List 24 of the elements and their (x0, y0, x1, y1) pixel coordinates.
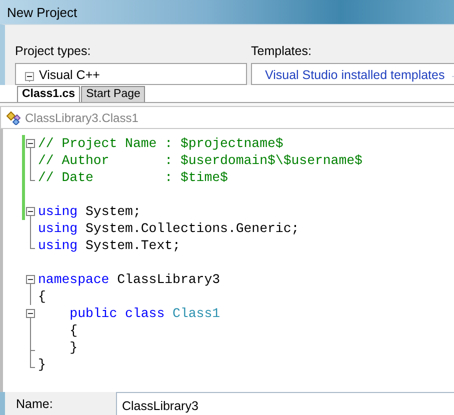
code-line: { (68, 322, 78, 339)
section-label: Templates: (251, 44, 312, 58)
editor-tab[interactable]: Start Page (81, 86, 146, 102)
field-label: Name: (15, 396, 54, 413)
editor-tab[interactable]: Class1.cs (17, 86, 80, 102)
code-line: namespace ClassLibrary3 (37, 271, 220, 288)
code-line: // Date : $time$ (37, 169, 228, 186)
code-line: public class Class1 (68, 305, 220, 322)
code-line: using System.Text; (37, 237, 180, 254)
code-line: // Author : $userdomain$\$username$ (37, 152, 362, 169)
code-line: { (37, 288, 46, 305)
section-label: Project types: (15, 44, 92, 58)
code-line: // Project Name : $projectname$ (37, 135, 284, 152)
code-line: using System; (37, 203, 141, 220)
code-line: using System.Collections.Generic; (37, 220, 300, 237)
code-line: } (68, 339, 78, 356)
class-icon (6, 110, 22, 124)
collapse-icon[interactable] (24, 69, 36, 83)
name-field[interactable]: ClassLibrary3 (116, 392, 454, 415)
type-dropdown[interactable]: ClassLibrary3.Class1 (0, 106, 454, 129)
group-heading: Visual Studio installed templates (265, 68, 445, 82)
code-line: } (37, 356, 46, 373)
window-title: New Project (7, 4, 78, 20)
tree-item[interactable]: Visual C++ (39, 68, 100, 82)
